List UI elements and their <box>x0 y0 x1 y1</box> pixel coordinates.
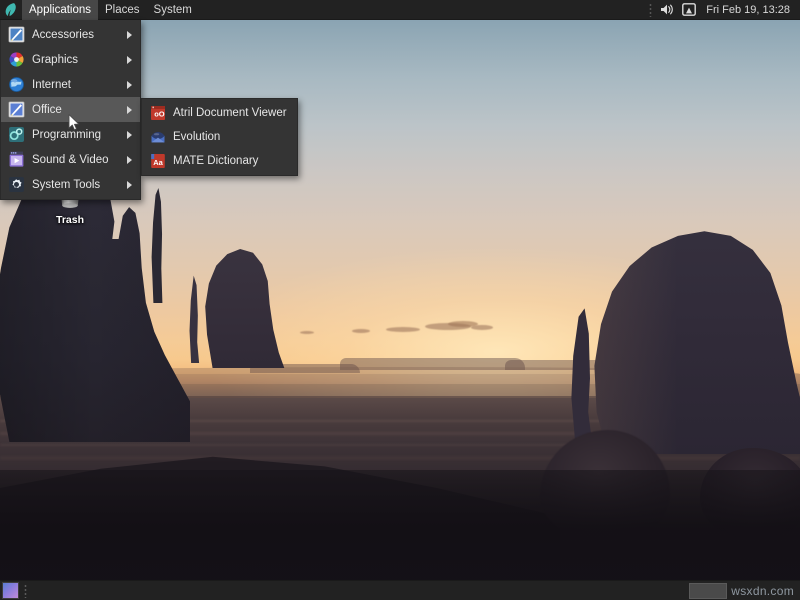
internet-icon <box>7 76 25 94</box>
menu-item-programming[interactable]: Programming <box>1 122 140 147</box>
menu-places[interactable]: Places <box>98 0 147 20</box>
office-submenu: oO Atril Document Viewer Evolution Aa MA… <box>141 98 298 176</box>
applications-menu: Accessories Graphics <box>0 20 141 200</box>
mate-logo-icon <box>4 2 18 17</box>
programming-icon <box>7 126 25 144</box>
chevron-right-icon <box>127 106 132 114</box>
valley-streak <box>0 456 800 460</box>
menu-item-sound-video[interactable]: Sound & Video <box>1 147 140 172</box>
mate-dictionary-icon: Aa <box>149 153 166 170</box>
chevron-right-icon <box>127 181 132 189</box>
submenu-item-label: Atril Document Viewer <box>173 107 287 119</box>
panel-drag-handle[interactable] <box>24 584 27 598</box>
cloud <box>300 331 314 334</box>
svg-text:oO: oO <box>154 110 165 119</box>
sound-video-icon <box>7 151 25 169</box>
cloud <box>471 325 493 330</box>
menu-item-office[interactable]: Office <box>1 97 140 122</box>
system-tools-icon <box>7 176 25 194</box>
menu-system-label: System <box>154 4 192 16</box>
submenu-item-label: Evolution <box>173 131 220 143</box>
submenu-item-mate-dictionary[interactable]: Aa MATE Dictionary <box>142 149 297 173</box>
office-icon <box>7 101 25 119</box>
chevron-right-icon <box>127 56 132 64</box>
chevron-right-icon <box>127 156 132 164</box>
menu-item-accessories[interactable]: Accessories <box>1 22 140 47</box>
menu-item-label: Sound & Video <box>32 154 127 166</box>
menu-item-internet[interactable]: Internet <box>1 72 140 97</box>
cloud <box>352 329 370 333</box>
show-desktop-button[interactable] <box>2 582 19 599</box>
menu-item-label: Office <box>32 104 127 116</box>
bottom-panel: wsxdn.com <box>0 580 800 600</box>
top-panel: Applications Places System Fri Feb 19, 1… <box>0 0 800 20</box>
atril-icon: oO <box>149 105 166 122</box>
mate-logo-button[interactable] <box>0 0 22 20</box>
chevron-right-icon <box>127 31 132 39</box>
chevron-right-icon <box>127 81 132 89</box>
cloud <box>386 327 420 332</box>
submenu-item-evolution[interactable]: Evolution <box>142 125 297 149</box>
volume-icon[interactable] <box>660 2 675 17</box>
menu-item-label: Internet <box>32 79 127 91</box>
system-tray: Fri Feb 19, 13:28 <box>649 0 800 20</box>
submenu-item-atril-document-viewer[interactable]: oO Atril Document Viewer <box>142 101 297 125</box>
accessories-icon <box>7 26 25 44</box>
menu-applications-label: Applications <box>29 4 91 16</box>
menu-item-system-tools[interactable]: System Tools <box>1 172 140 197</box>
menu-item-label: Programming <box>32 129 127 141</box>
svg-text:Aa: Aa <box>153 158 163 167</box>
chevron-right-icon <box>127 131 132 139</box>
menu-item-graphics[interactable]: Graphics <box>1 47 140 72</box>
menu-applications[interactable]: Applications <box>22 0 98 20</box>
clock[interactable]: Fri Feb 19, 13:28 <box>702 4 794 16</box>
menu-item-label: Accessories <box>32 29 127 41</box>
display-icon[interactable] <box>681 2 696 17</box>
workspace-switcher[interactable] <box>689 583 727 599</box>
graphics-icon <box>7 51 25 69</box>
submenu-item-label: MATE Dictionary <box>173 155 258 167</box>
tray-separator-handle[interactable] <box>649 3 652 17</box>
menu-item-label: Graphics <box>32 54 127 66</box>
menu-item-label: System Tools <box>32 179 127 191</box>
watermark-text: wsxdn.com <box>731 584 800 598</box>
evolution-icon <box>149 129 166 146</box>
desktop-icon-label: Trash <box>56 214 84 226</box>
menu-places-label: Places <box>105 4 140 16</box>
menu-system[interactable]: System <box>147 0 199 20</box>
